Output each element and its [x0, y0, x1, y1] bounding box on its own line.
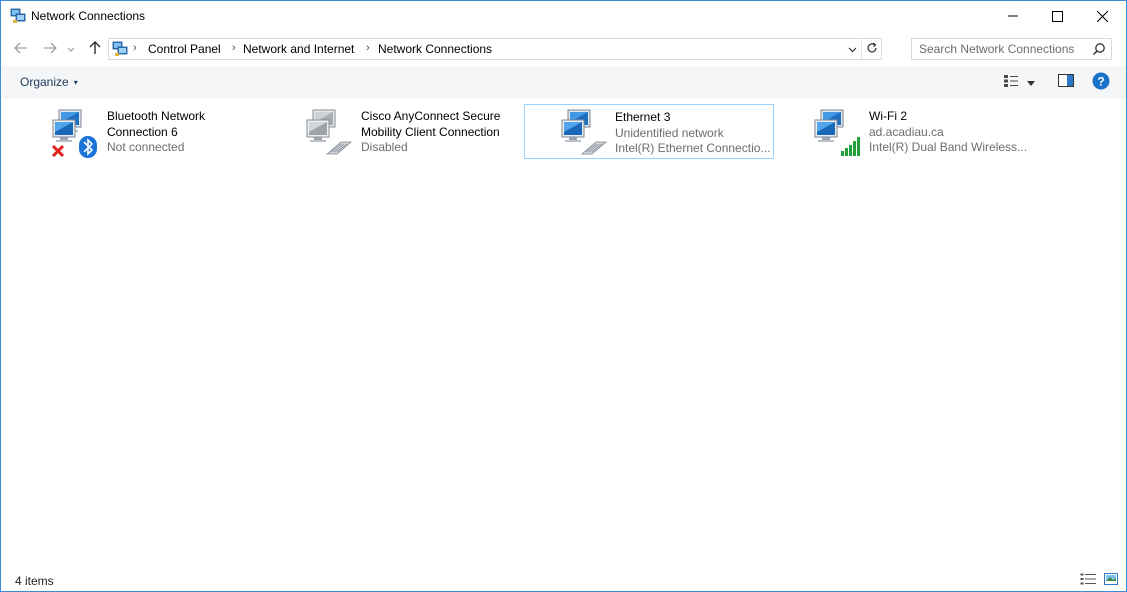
chevron-down-icon	[67, 42, 75, 56]
help-glyph: ?	[1097, 74, 1104, 88]
status-bar: 4 items	[1, 569, 1126, 592]
connection-name: Ethernet 3	[615, 110, 671, 124]
back-arrow-icon	[14, 42, 28, 57]
details-view-icon	[1080, 573, 1096, 588]
network-connections-icon	[112, 41, 128, 57]
maximize-icon	[1051, 10, 1063, 22]
help-icon: ?	[1092, 72, 1110, 93]
connection-device: Intel(R) Ethernet Connectio...	[615, 141, 771, 155]
chevron-down-icon	[1027, 75, 1035, 89]
organize-label: Organize	[20, 75, 69, 89]
connection-name-line2: Connection 6	[107, 124, 178, 139]
large-icons-view-button[interactable]	[1102, 572, 1120, 588]
ethernet-icon	[560, 108, 608, 156]
connection-device: Intel(R) Dual Band Wireless...	[869, 140, 1028, 154]
connection-item-cisco-anyconnect[interactable]: Cisco AnyConnect Secure Mobility Client …	[279, 104, 529, 159]
details-view-button[interactable]	[1079, 573, 1097, 587]
ethernet-disabled-icon	[305, 108, 353, 156]
connection-name: Bluetooth Network	[107, 109, 206, 123]
breadcrumb-separator[interactable]: ›	[232, 42, 236, 54]
maximize-button[interactable]	[1034, 1, 1080, 31]
preview-pane-button[interactable]	[1057, 73, 1075, 91]
view-options-dropdown[interactable]	[1024, 73, 1038, 91]
bluetooth-network-icon	[51, 108, 99, 158]
title-bar[interactable]: Network Connections	[1, 1, 1126, 31]
breadcrumb-network-and-internet[interactable]: Network and Internet	[243, 42, 354, 56]
organize-caret: ▾	[73, 78, 78, 87]
refresh-icon	[866, 42, 878, 57]
connection-item-bluetooth[interactable]: Bluetooth Network Connection 6 Not conne…	[25, 104, 275, 159]
chevron-down-icon	[848, 42, 857, 56]
connection-status: Unidentified network	[615, 125, 724, 140]
large-icons-view-icon	[1104, 572, 1118, 588]
back-button[interactable]	[11, 38, 31, 60]
connection-status: Not connected	[107, 140, 185, 154]
connection-text: Cisco AnyConnect Secure Mobility Client …	[361, 109, 529, 156]
organize-button[interactable]: Organize ▾	[20, 75, 78, 89]
search-icon[interactable]	[1092, 42, 1106, 56]
breadcrumb-network-connections[interactable]: Network Connections	[378, 42, 492, 56]
minimize-icon	[1008, 11, 1018, 21]
connection-item-wifi-2[interactable]: Wi-Fi 2 ad.acadiau.ca Intel(R) Dual Band…	[787, 104, 1037, 159]
address-history-button[interactable]	[845, 39, 859, 59]
connection-text: Bluetooth Network Connection 6 Not conne…	[107, 109, 275, 156]
connection-name-line2: Mobility Client Connection	[361, 124, 500, 139]
preview-pane-icon	[1058, 74, 1074, 90]
connection-item-ethernet-3[interactable]: Ethernet 3 Unidentified network Intel(R)…	[524, 104, 774, 159]
change-view-icon	[1003, 74, 1019, 91]
search-box[interactable]	[911, 38, 1112, 60]
item-count: 4 items	[15, 574, 54, 588]
minimize-button[interactable]	[990, 1, 1036, 31]
change-view-button[interactable]	[1002, 73, 1020, 91]
up-arrow-icon	[89, 40, 101, 58]
address-bar[interactable]: › Control Panel › Network and Internet ›…	[108, 38, 882, 60]
connection-name: Wi-Fi 2	[869, 109, 907, 123]
connection-status: ad.acadiau.ca	[869, 124, 944, 139]
close-button[interactable]	[1079, 1, 1125, 31]
command-bar: Organize ▾ ?	[2, 66, 1126, 98]
help-button[interactable]: ?	[1092, 72, 1110, 93]
forward-button[interactable]	[40, 38, 60, 60]
refresh-button[interactable]	[861, 39, 881, 59]
up-button[interactable]	[85, 38, 105, 60]
connection-text: Ethernet 3 Unidentified network Intel(R)…	[615, 110, 773, 157]
close-icon	[1096, 10, 1108, 22]
connections-list: Bluetooth Network Connection 6 Not conne…	[1, 99, 1126, 569]
window-title: Network Connections	[31, 9, 146, 23]
connection-status: Disabled	[361, 140, 408, 154]
network-connections-icon	[10, 8, 26, 24]
breadcrumb-separator[interactable]: ›	[133, 42, 137, 54]
connection-text: Wi-Fi 2 ad.acadiau.ca Intel(R) Dual Band…	[869, 109, 1037, 156]
recent-locations-button[interactable]	[64, 38, 78, 60]
connection-name: Cisco AnyConnect Secure	[361, 109, 501, 123]
breadcrumb-control-panel[interactable]: Control Panel	[148, 42, 221, 56]
breadcrumb-separator[interactable]: ›	[366, 42, 370, 54]
explorer-window: Network Connections › Control Panel › Ne…	[0, 0, 1127, 592]
wifi-signal-icon	[813, 108, 861, 156]
forward-arrow-icon	[43, 42, 57, 57]
search-input[interactable]	[912, 39, 1087, 59]
